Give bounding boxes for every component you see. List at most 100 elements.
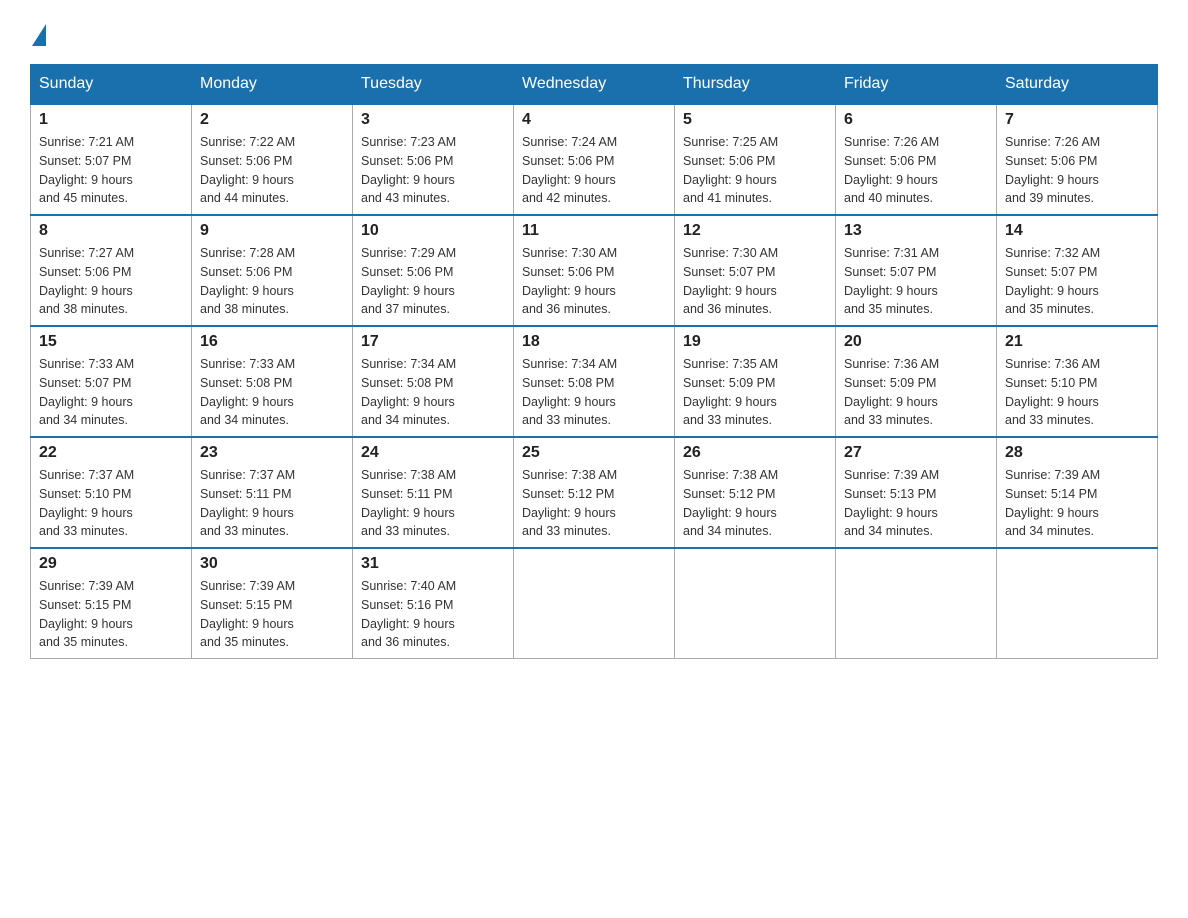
header-row: SundayMondayTuesdayWednesdayThursdayFrid… [31, 65, 1158, 105]
week-row-4: 22 Sunrise: 7:37 AM Sunset: 5:10 PM Dayl… [31, 437, 1158, 548]
calendar-cell: 21 Sunrise: 7:36 AM Sunset: 5:10 PM Dayl… [997, 326, 1158, 437]
day-info: Sunrise: 7:39 AM Sunset: 5:13 PM Dayligh… [844, 466, 988, 541]
calendar-cell: 14 Sunrise: 7:32 AM Sunset: 5:07 PM Dayl… [997, 215, 1158, 326]
day-info: Sunrise: 7:26 AM Sunset: 5:06 PM Dayligh… [1005, 133, 1149, 208]
day-info: Sunrise: 7:39 AM Sunset: 5:14 PM Dayligh… [1005, 466, 1149, 541]
day-number: 9 [200, 222, 344, 240]
calendar-cell: 23 Sunrise: 7:37 AM Sunset: 5:11 PM Dayl… [192, 437, 353, 548]
day-number: 1 [39, 111, 183, 129]
calendar-cell: 5 Sunrise: 7:25 AM Sunset: 5:06 PM Dayli… [675, 104, 836, 215]
logo-triangle-icon [32, 24, 46, 46]
day-number: 25 [522, 444, 666, 462]
calendar-cell [514, 548, 675, 659]
calendar-cell [997, 548, 1158, 659]
calendar-cell: 16 Sunrise: 7:33 AM Sunset: 5:08 PM Dayl… [192, 326, 353, 437]
calendar-cell: 18 Sunrise: 7:34 AM Sunset: 5:08 PM Dayl… [514, 326, 675, 437]
page-header [30, 20, 1158, 44]
calendar-cell: 11 Sunrise: 7:30 AM Sunset: 5:06 PM Dayl… [514, 215, 675, 326]
header-tuesday: Tuesday [353, 65, 514, 105]
day-number: 30 [200, 555, 344, 573]
day-number: 29 [39, 555, 183, 573]
day-info: Sunrise: 7:37 AM Sunset: 5:10 PM Dayligh… [39, 466, 183, 541]
day-info: Sunrise: 7:22 AM Sunset: 5:06 PM Dayligh… [200, 133, 344, 208]
week-row-5: 29 Sunrise: 7:39 AM Sunset: 5:15 PM Dayl… [31, 548, 1158, 659]
day-info: Sunrise: 7:26 AM Sunset: 5:06 PM Dayligh… [844, 133, 988, 208]
header-friday: Friday [836, 65, 997, 105]
calendar-cell: 22 Sunrise: 7:37 AM Sunset: 5:10 PM Dayl… [31, 437, 192, 548]
day-number: 16 [200, 333, 344, 351]
day-info: Sunrise: 7:39 AM Sunset: 5:15 PM Dayligh… [39, 577, 183, 652]
day-number: 18 [522, 333, 666, 351]
day-info: Sunrise: 7:37 AM Sunset: 5:11 PM Dayligh… [200, 466, 344, 541]
day-info: Sunrise: 7:29 AM Sunset: 5:06 PM Dayligh… [361, 244, 505, 319]
calendar-table: SundayMondayTuesdayWednesdayThursdayFrid… [30, 64, 1158, 659]
day-number: 28 [1005, 444, 1149, 462]
day-number: 10 [361, 222, 505, 240]
calendar-cell: 10 Sunrise: 7:29 AM Sunset: 5:06 PM Dayl… [353, 215, 514, 326]
day-number: 4 [522, 111, 666, 129]
day-info: Sunrise: 7:32 AM Sunset: 5:07 PM Dayligh… [1005, 244, 1149, 319]
header-sunday: Sunday [31, 65, 192, 105]
week-row-2: 8 Sunrise: 7:27 AM Sunset: 5:06 PM Dayli… [31, 215, 1158, 326]
day-number: 26 [683, 444, 827, 462]
day-info: Sunrise: 7:33 AM Sunset: 5:08 PM Dayligh… [200, 355, 344, 430]
calendar-cell: 27 Sunrise: 7:39 AM Sunset: 5:13 PM Dayl… [836, 437, 997, 548]
day-number: 27 [844, 444, 988, 462]
day-info: Sunrise: 7:21 AM Sunset: 5:07 PM Dayligh… [39, 133, 183, 208]
calendar-cell: 15 Sunrise: 7:33 AM Sunset: 5:07 PM Dayl… [31, 326, 192, 437]
calendar-cell: 19 Sunrise: 7:35 AM Sunset: 5:09 PM Dayl… [675, 326, 836, 437]
day-number: 21 [1005, 333, 1149, 351]
calendar-cell: 3 Sunrise: 7:23 AM Sunset: 5:06 PM Dayli… [353, 104, 514, 215]
day-number: 7 [1005, 111, 1149, 129]
day-info: Sunrise: 7:34 AM Sunset: 5:08 PM Dayligh… [361, 355, 505, 430]
header-thursday: Thursday [675, 65, 836, 105]
day-info: Sunrise: 7:31 AM Sunset: 5:07 PM Dayligh… [844, 244, 988, 319]
day-number: 31 [361, 555, 505, 573]
day-number: 14 [1005, 222, 1149, 240]
logo [30, 20, 46, 44]
calendar-cell: 31 Sunrise: 7:40 AM Sunset: 5:16 PM Dayl… [353, 548, 514, 659]
day-info: Sunrise: 7:36 AM Sunset: 5:09 PM Dayligh… [844, 355, 988, 430]
calendar-cell: 30 Sunrise: 7:39 AM Sunset: 5:15 PM Dayl… [192, 548, 353, 659]
calendar-cell: 29 Sunrise: 7:39 AM Sunset: 5:15 PM Dayl… [31, 548, 192, 659]
day-info: Sunrise: 7:40 AM Sunset: 5:16 PM Dayligh… [361, 577, 505, 652]
calendar-cell: 9 Sunrise: 7:28 AM Sunset: 5:06 PM Dayli… [192, 215, 353, 326]
calendar-cell: 4 Sunrise: 7:24 AM Sunset: 5:06 PM Dayli… [514, 104, 675, 215]
day-info: Sunrise: 7:38 AM Sunset: 5:11 PM Dayligh… [361, 466, 505, 541]
calendar-cell: 20 Sunrise: 7:36 AM Sunset: 5:09 PM Dayl… [836, 326, 997, 437]
day-info: Sunrise: 7:25 AM Sunset: 5:06 PM Dayligh… [683, 133, 827, 208]
day-info: Sunrise: 7:33 AM Sunset: 5:07 PM Dayligh… [39, 355, 183, 430]
day-number: 23 [200, 444, 344, 462]
calendar-cell: 25 Sunrise: 7:38 AM Sunset: 5:12 PM Dayl… [514, 437, 675, 548]
day-number: 17 [361, 333, 505, 351]
day-info: Sunrise: 7:36 AM Sunset: 5:10 PM Dayligh… [1005, 355, 1149, 430]
calendar-cell [675, 548, 836, 659]
day-number: 19 [683, 333, 827, 351]
day-number: 5 [683, 111, 827, 129]
calendar-cell: 28 Sunrise: 7:39 AM Sunset: 5:14 PM Dayl… [997, 437, 1158, 548]
calendar-cell: 26 Sunrise: 7:38 AM Sunset: 5:12 PM Dayl… [675, 437, 836, 548]
calendar-cell: 12 Sunrise: 7:30 AM Sunset: 5:07 PM Dayl… [675, 215, 836, 326]
day-info: Sunrise: 7:23 AM Sunset: 5:06 PM Dayligh… [361, 133, 505, 208]
calendar-cell: 8 Sunrise: 7:27 AM Sunset: 5:06 PM Dayli… [31, 215, 192, 326]
day-info: Sunrise: 7:24 AM Sunset: 5:06 PM Dayligh… [522, 133, 666, 208]
calendar-cell [836, 548, 997, 659]
week-row-1: 1 Sunrise: 7:21 AM Sunset: 5:07 PM Dayli… [31, 104, 1158, 215]
calendar-cell: 24 Sunrise: 7:38 AM Sunset: 5:11 PM Dayl… [353, 437, 514, 548]
day-number: 24 [361, 444, 505, 462]
week-row-3: 15 Sunrise: 7:33 AM Sunset: 5:07 PM Dayl… [31, 326, 1158, 437]
calendar-cell: 13 Sunrise: 7:31 AM Sunset: 5:07 PM Dayl… [836, 215, 997, 326]
day-info: Sunrise: 7:39 AM Sunset: 5:15 PM Dayligh… [200, 577, 344, 652]
calendar-cell: 2 Sunrise: 7:22 AM Sunset: 5:06 PM Dayli… [192, 104, 353, 215]
calendar-cell: 17 Sunrise: 7:34 AM Sunset: 5:08 PM Dayl… [353, 326, 514, 437]
calendar-cell: 7 Sunrise: 7:26 AM Sunset: 5:06 PM Dayli… [997, 104, 1158, 215]
day-info: Sunrise: 7:30 AM Sunset: 5:06 PM Dayligh… [522, 244, 666, 319]
day-info: Sunrise: 7:28 AM Sunset: 5:06 PM Dayligh… [200, 244, 344, 319]
day-info: Sunrise: 7:34 AM Sunset: 5:08 PM Dayligh… [522, 355, 666, 430]
day-number: 6 [844, 111, 988, 129]
day-info: Sunrise: 7:30 AM Sunset: 5:07 PM Dayligh… [683, 244, 827, 319]
header-wednesday: Wednesday [514, 65, 675, 105]
day-number: 2 [200, 111, 344, 129]
day-number: 13 [844, 222, 988, 240]
day-number: 22 [39, 444, 183, 462]
